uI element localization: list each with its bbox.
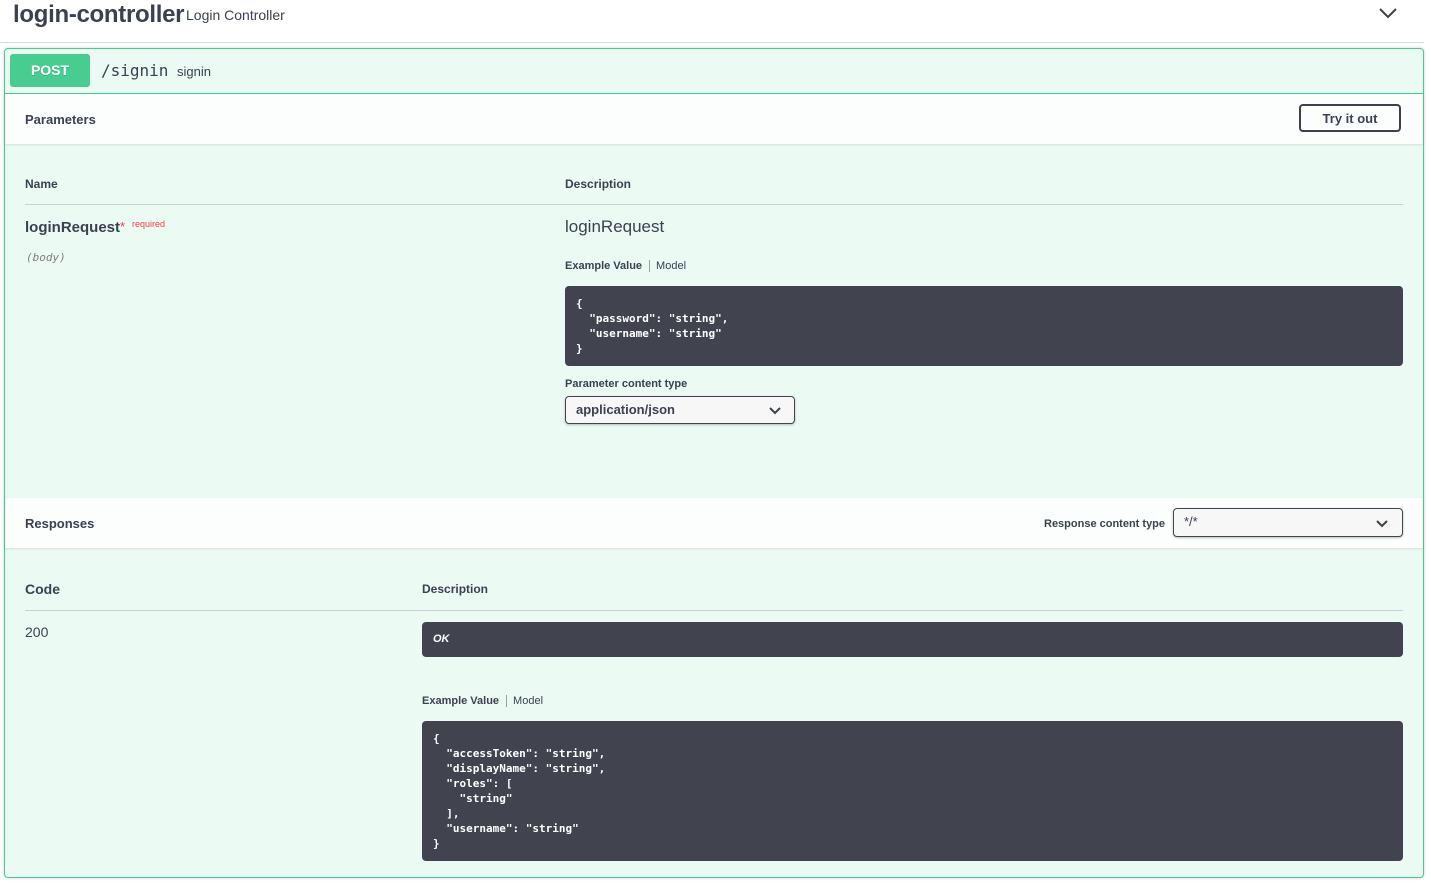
response-content-type-value: */* [1184,514,1198,529]
responses-header: Responses Response content type */* [5,498,1423,548]
param-location: (body) [26,251,66,264]
operation-summary-text: signin [177,64,211,79]
operation-block: POST /signin signin Parameters Try it ou… [4,48,1424,878]
tab-model[interactable]: Model [650,260,686,272]
param-col-description: Description [565,177,632,191]
tab-example-value[interactable]: Example Value [422,695,508,707]
param-example-code: { "password": "string", "username": "str… [565,286,1403,366]
tag-name[interactable]: login-controller [13,1,185,29]
required-label: required [132,219,166,229]
responses-title: Responses [25,516,95,531]
param-content-type-select[interactable]: application/json [565,396,795,424]
tab-example-value[interactable]: Example Value [565,260,651,272]
response-example-code: { "accessToken": "string", "displayName"… [422,721,1403,861]
operation-path[interactable]: /signin [101,61,168,80]
response-col-description: Description [422,582,489,596]
chevron-down-icon [1376,520,1388,528]
response-col-code: Code [25,581,60,597]
chevron-down-icon[interactable] [1378,5,1398,21]
response-example-tabs: Example Value Model [422,695,543,707]
response-table-divider [25,610,1403,611]
param-col-name: Name [25,177,58,191]
response-content-type-label: Response content type [1044,518,1166,530]
tag-description: Login Controller [186,7,285,23]
tag-header[interactable]: login-controller Login Controller [0,0,1424,43]
response-content-type-select[interactable]: */* [1173,508,1403,537]
response-description: OK [422,622,1403,657]
param-description: loginRequest [565,217,665,236]
required-star: * [120,219,126,234]
operation-summary[interactable]: POST /signin signin [5,49,1423,94]
tab-model[interactable]: Model [507,695,543,707]
param-content-type-value: application/json [576,402,675,417]
chevron-down-icon [769,407,781,415]
param-example-tabs: Example Value Model [565,260,686,272]
parameters-header: Parameters Try it out [5,94,1423,144]
method-badge[interactable]: POST [10,54,90,87]
param-content-type-label: Parameter content type [565,378,688,390]
parameters-title: Parameters [25,112,96,127]
param-name: loginRequest [25,219,121,236]
param-table-divider [25,204,1403,205]
try-it-out-button[interactable]: Try it out [1299,104,1401,132]
response-code: 200 [25,624,49,640]
